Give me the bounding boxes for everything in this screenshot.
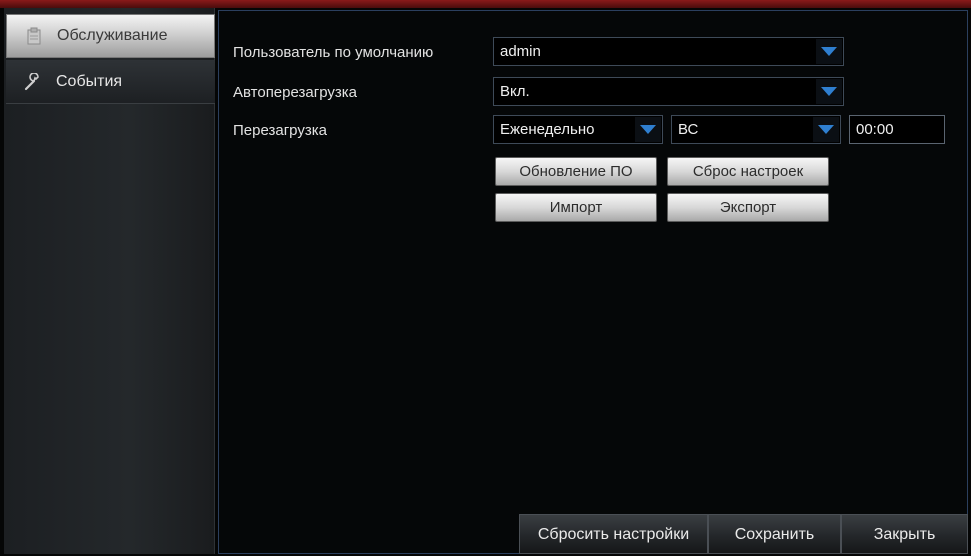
default-user-select[interactable]: admin xyxy=(493,37,844,66)
chevron-down-icon[interactable] xyxy=(635,117,661,142)
auto-reboot-label: Автоперезагрузка xyxy=(233,84,357,101)
wrench-icon xyxy=(24,72,42,91)
factory-reset-button[interactable]: Сброс настроек xyxy=(667,157,829,186)
reboot-label: Перезагрузка xyxy=(233,122,327,139)
auto-reboot-select[interactable]: Вкл. xyxy=(493,77,844,106)
reboot-day-select[interactable]: ВС xyxy=(671,115,841,144)
sidebar-item-label: События xyxy=(56,72,123,90)
reboot-time-input[interactable]: 00:00 xyxy=(849,115,945,144)
reboot-day-value: ВС xyxy=(678,121,699,138)
chevron-down-icon[interactable] xyxy=(816,79,842,104)
export-button[interactable]: Экспорт xyxy=(667,193,829,222)
close-button[interactable]: Закрыть xyxy=(841,514,968,554)
maintenance-icon xyxy=(25,27,43,45)
sidebar-item-maintenance[interactable]: Обслуживание xyxy=(6,14,215,58)
auto-reboot-value: Вкл. xyxy=(500,83,530,100)
top-accent-bar xyxy=(0,0,971,8)
chevron-down-icon[interactable] xyxy=(816,39,842,64)
chevron-down-icon[interactable] xyxy=(813,117,839,142)
reboot-period-select[interactable]: Еженедельно xyxy=(493,115,663,144)
firmware-update-button[interactable]: Обновление ПО xyxy=(495,157,657,186)
sidebar-item-events[interactable]: События xyxy=(6,60,215,104)
main-panel: Пользователь по умолчанию admin Автопере… xyxy=(218,10,968,554)
sidebar: Обслуживание События xyxy=(4,8,215,554)
maintenance-screen: Обслуживание События Пользователь по умо… xyxy=(0,0,971,556)
default-user-label: Пользователь по умолчанию xyxy=(233,44,434,61)
import-button[interactable]: Импорт xyxy=(495,193,657,222)
reboot-period-value: Еженедельно xyxy=(500,121,595,138)
default-user-value: admin xyxy=(500,43,541,60)
reset-settings-button[interactable]: Сбросить настройки xyxy=(519,514,708,554)
save-button[interactable]: Сохранить xyxy=(708,514,841,554)
sidebar-item-label: Обслуживание xyxy=(57,27,168,44)
